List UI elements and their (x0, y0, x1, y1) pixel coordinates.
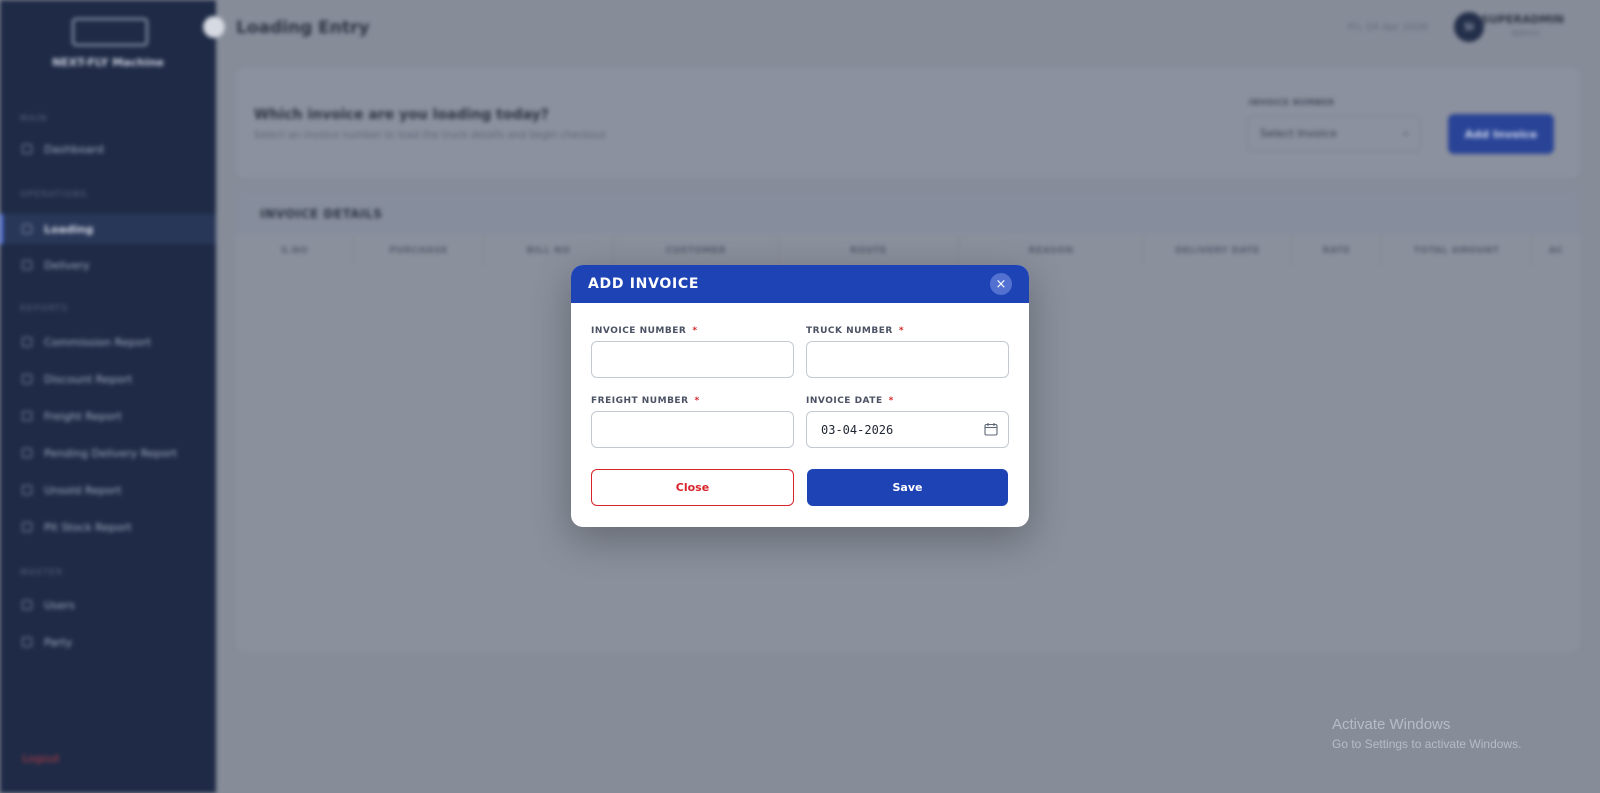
calendar-icon[interactable] (984, 422, 998, 436)
truck-number-input[interactable] (807, 342, 1008, 377)
label-text: FREIGHT NUMBER (591, 396, 689, 406)
close-icon[interactable]: × (990, 273, 1012, 295)
invoice-date-label: INVOICE DATE * (806, 396, 894, 406)
modal-title: ADD INVOICE (588, 276, 700, 292)
save-button[interactable]: Save (807, 469, 1008, 506)
label-text: INVOICE NUMBER (591, 326, 687, 336)
invoice-number-input[interactable] (592, 342, 793, 377)
add-invoice-modal: ADD INVOICE × INVOICE NUMBER * TRUCK NUMB… (571, 265, 1029, 527)
required-asterisk: * (888, 396, 894, 406)
freight-number-label: FREIGHT NUMBER * (591, 396, 700, 406)
required-asterisk: * (694, 396, 700, 406)
truck-number-field[interactable] (806, 341, 1009, 378)
windows-activation-title: Activate Windows (1332, 716, 1451, 733)
truck-number-label: TRUCK NUMBER * (806, 326, 904, 336)
invoice-date-field[interactable] (806, 411, 1009, 448)
required-asterisk: * (692, 326, 698, 336)
label-text: TRUCK NUMBER (806, 326, 893, 336)
freight-number-input[interactable] (592, 412, 793, 447)
invoice-date-input[interactable] (807, 412, 1008, 447)
modal-header: ADD INVOICE × (571, 265, 1029, 303)
invoice-number-field[interactable] (591, 341, 794, 378)
invoice-number-label: INVOICE NUMBER * (591, 326, 698, 336)
label-text: INVOICE DATE (806, 396, 883, 406)
required-asterisk: * (898, 326, 905, 336)
close-button[interactable]: Close (591, 469, 794, 506)
windows-activation-subtext: Go to Settings to activate Windows. (1332, 737, 1522, 751)
freight-number-field[interactable] (591, 411, 794, 448)
